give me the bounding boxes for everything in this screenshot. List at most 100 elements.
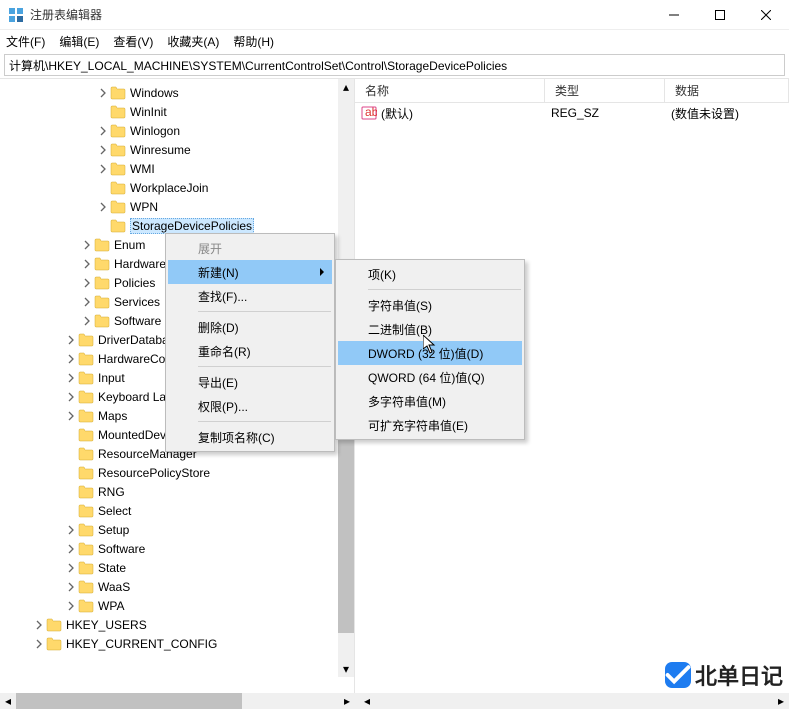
- menu-item-label: 查找(F)...: [198, 288, 247, 305]
- tree-item[interactable]: HKEY_USERS: [0, 615, 354, 634]
- tree-item[interactable]: WPA: [0, 596, 354, 615]
- tree-item[interactable]: Winresume: [0, 140, 354, 159]
- menu-item[interactable]: 项(K): [338, 262, 522, 286]
- value-data: (数值未设置): [671, 105, 739, 122]
- tree-item[interactable]: HKEY_CURRENT_CONFIG: [0, 634, 354, 653]
- tree-item[interactable]: WPN: [0, 197, 354, 216]
- folder-icon: [78, 466, 94, 480]
- tree-item-label: State: [98, 561, 126, 575]
- menu-item[interactable]: QWORD (64 位)值(Q): [338, 365, 522, 389]
- menu-item[interactable]: 查找(F)...: [168, 284, 332, 308]
- menu-item[interactable]: 字符串值(S): [338, 293, 522, 317]
- tree-item[interactable]: ResourcePolicyStore: [0, 463, 354, 482]
- menu-item-label: 删除(D): [198, 319, 239, 336]
- tree-item[interactable]: Winlogon: [0, 121, 354, 140]
- tree-item-label: Services: [114, 295, 160, 309]
- tree-scrollbar-horizontal[interactable]: ◂ ▸: [0, 693, 355, 709]
- menu-item[interactable]: 导出(E): [168, 370, 332, 394]
- tree-item[interactable]: WinInit: [0, 102, 354, 121]
- menu-item[interactable]: 多字符串值(M): [338, 389, 522, 413]
- folder-icon: [78, 371, 94, 385]
- folder-icon: [110, 219, 126, 233]
- expander-icon[interactable]: [64, 561, 78, 575]
- menu-help[interactable]: 帮助(H): [233, 33, 274, 50]
- maximize-button[interactable]: [697, 0, 743, 30]
- minimize-button[interactable]: [651, 0, 697, 30]
- menu-separator: [198, 366, 331, 367]
- expander-icon[interactable]: [96, 162, 110, 176]
- expander-icon[interactable]: [32, 618, 46, 632]
- close-button[interactable]: [743, 0, 789, 30]
- menu-item-label: 重命名(R): [198, 343, 251, 360]
- expander-none: [64, 447, 78, 461]
- tree-item[interactable]: State: [0, 558, 354, 577]
- tree-item[interactable]: Software: [0, 539, 354, 558]
- expander-icon[interactable]: [80, 276, 94, 290]
- tree-item-label: WMI: [130, 162, 155, 176]
- expander-icon[interactable]: [80, 295, 94, 309]
- folder-icon: [110, 143, 126, 157]
- expander-icon[interactable]: [64, 352, 78, 366]
- expander-icon[interactable]: [64, 409, 78, 423]
- expander-icon[interactable]: [96, 86, 110, 100]
- tree-item[interactable]: Setup: [0, 520, 354, 539]
- menu-item[interactable]: 重命名(R): [168, 339, 332, 363]
- address-bar[interactable]: 计算机\HKEY_LOCAL_MACHINE\SYSTEM\CurrentCon…: [4, 54, 785, 76]
- folder-icon: [78, 580, 94, 594]
- tree-item-label: Winresume: [130, 143, 191, 157]
- list-header: 名称 类型 数据: [355, 79, 789, 103]
- expander-icon[interactable]: [64, 580, 78, 594]
- expander-icon[interactable]: [64, 523, 78, 537]
- menu-separator: [198, 311, 331, 312]
- column-data[interactable]: 数据: [665, 79, 789, 102]
- folder-icon: [78, 599, 94, 613]
- tree-item[interactable]: WaaS: [0, 577, 354, 596]
- tree-item-label: Keyboard La: [98, 390, 166, 404]
- expander-icon[interactable]: [32, 637, 46, 651]
- tree-item[interactable]: WMI: [0, 159, 354, 178]
- expander-icon[interactable]: [64, 371, 78, 385]
- folder-icon: [110, 162, 126, 176]
- menu-favorites[interactable]: 收藏夹(A): [167, 33, 219, 50]
- expander-icon[interactable]: [64, 599, 78, 613]
- context-menu: 展开新建(N)查找(F)...删除(D)重命名(R)导出(E)权限(P)...复…: [165, 233, 335, 452]
- folder-icon: [78, 504, 94, 518]
- menu-item[interactable]: 可扩充字符串值(E): [338, 413, 522, 437]
- menu-edit[interactable]: 编辑(E): [59, 33, 99, 50]
- expander-icon[interactable]: [80, 238, 94, 252]
- menu-view[interactable]: 查看(V): [113, 33, 153, 50]
- expander-icon[interactable]: [64, 333, 78, 347]
- expander-none: [64, 428, 78, 442]
- folder-icon: [78, 333, 94, 347]
- expander-icon[interactable]: [64, 390, 78, 404]
- tree-item[interactable]: WorkplaceJoin: [0, 178, 354, 197]
- expander-icon[interactable]: [96, 200, 110, 214]
- column-type[interactable]: 类型: [545, 79, 665, 102]
- tree-item[interactable]: Select: [0, 501, 354, 520]
- horizontal-scrollbars: ◂ ▸ ◂ ▸: [0, 693, 789, 709]
- menu-item-label: QWORD (64 位)值(Q): [368, 369, 485, 386]
- tree-item-label: RNG: [98, 485, 125, 499]
- tree-item[interactable]: Windows: [0, 83, 354, 102]
- expander-icon[interactable]: [80, 257, 94, 271]
- tree-item[interactable]: RNG: [0, 482, 354, 501]
- menu-item[interactable]: 新建(N): [168, 260, 332, 284]
- tree-item-label: Enum: [114, 238, 145, 252]
- menu-item[interactable]: 权限(P)...: [168, 394, 332, 418]
- expander-icon[interactable]: [80, 314, 94, 328]
- tree-item-label: DriverDataba: [98, 333, 169, 347]
- tree-item-label: StorageDevicePolicies: [130, 218, 254, 234]
- expander-icon[interactable]: [96, 143, 110, 157]
- column-name[interactable]: 名称: [355, 79, 545, 102]
- menu-file[interactable]: 文件(F): [6, 33, 45, 50]
- folder-icon: [94, 295, 110, 309]
- folder-icon: [110, 86, 126, 100]
- list-row[interactable]: ab(默认)REG_SZ(数值未设置): [355, 103, 789, 123]
- menu-item[interactable]: 删除(D): [168, 315, 332, 339]
- expander-icon[interactable]: [64, 542, 78, 556]
- folder-icon: [78, 352, 94, 366]
- folder-icon: [94, 257, 110, 271]
- menu-item[interactable]: 复制项名称(C): [168, 425, 332, 449]
- expander-icon[interactable]: [96, 124, 110, 138]
- values-scrollbar-horizontal[interactable]: ◂ ▸: [359, 693, 789, 709]
